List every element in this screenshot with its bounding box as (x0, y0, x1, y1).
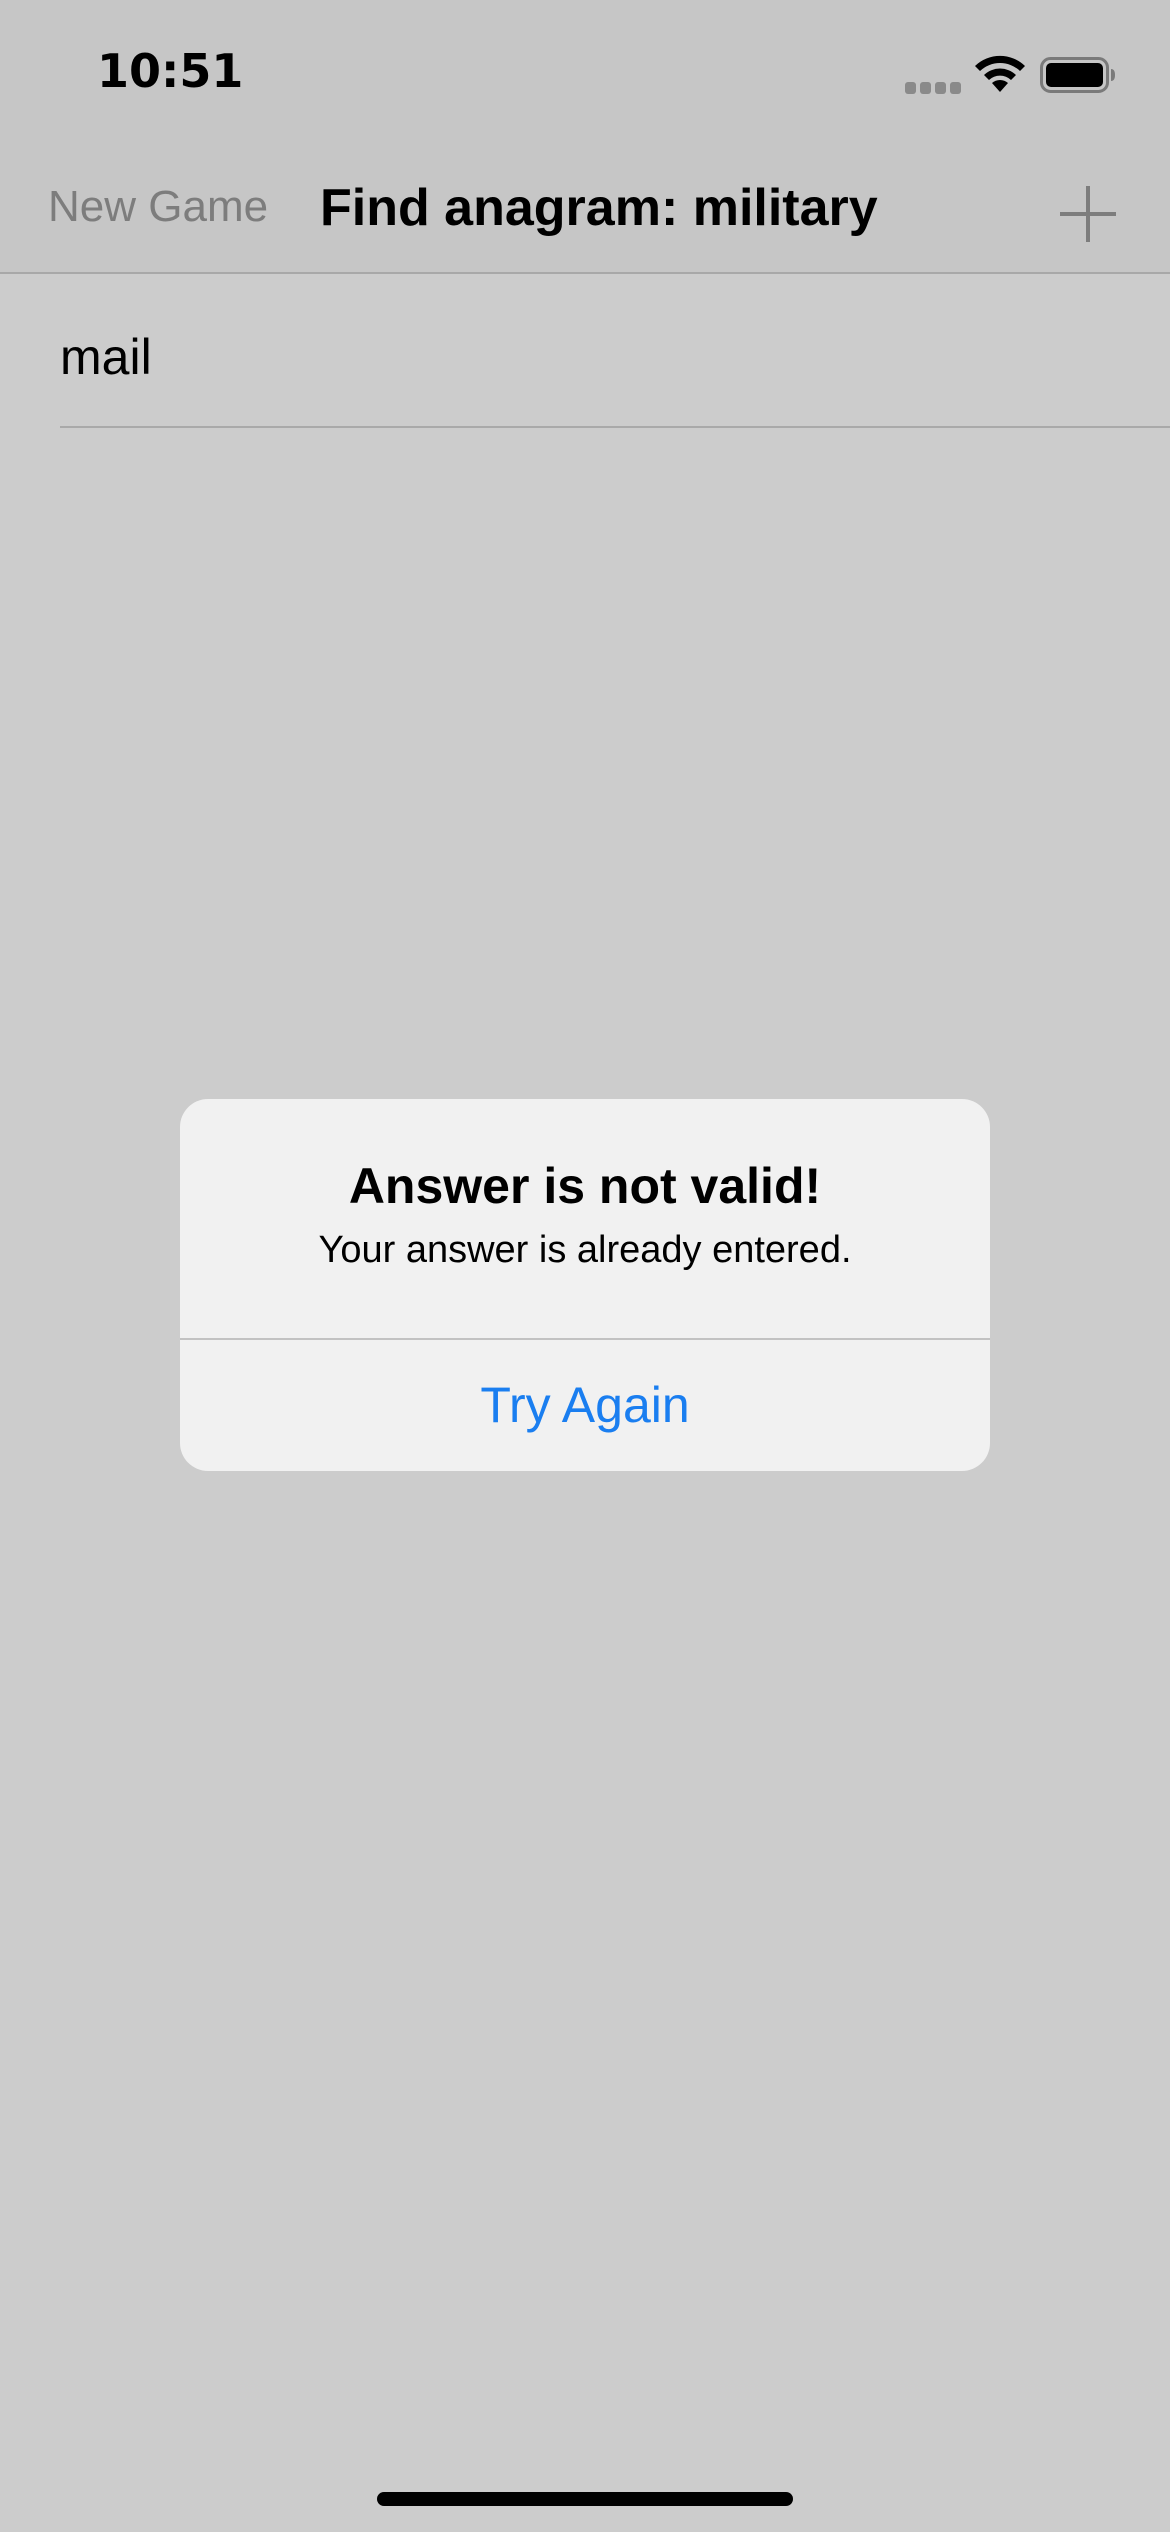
home-indicator[interactable] (377, 2492, 793, 2506)
list-item[interactable]: mail (0, 274, 1170, 428)
try-again-button[interactable]: Try Again (180, 1340, 990, 1471)
wifi-icon (975, 55, 1025, 92)
status-time: 10:51 (97, 44, 244, 98)
battery-icon (1040, 57, 1115, 93)
list-item-text: mail (60, 329, 152, 385)
alert-dialog: Answer is not valid! Your answer is alre… (180, 1099, 990, 1471)
word-list: mail (0, 274, 1170, 428)
alert-title: Answer is not valid! (348, 1158, 822, 1214)
row-separator (60, 426, 1170, 428)
new-game-button[interactable]: New Game (48, 182, 268, 232)
cellular-signal-icon (905, 82, 963, 94)
page-title: Find anagram: military (320, 179, 878, 237)
status-bar: 10:51 (0, 0, 1170, 140)
navigation-bar: New Game Find anagram: military (0, 140, 1170, 274)
alert-message: Your answer is already entered. (318, 1229, 852, 1271)
plus-icon[interactable] (1056, 182, 1120, 246)
